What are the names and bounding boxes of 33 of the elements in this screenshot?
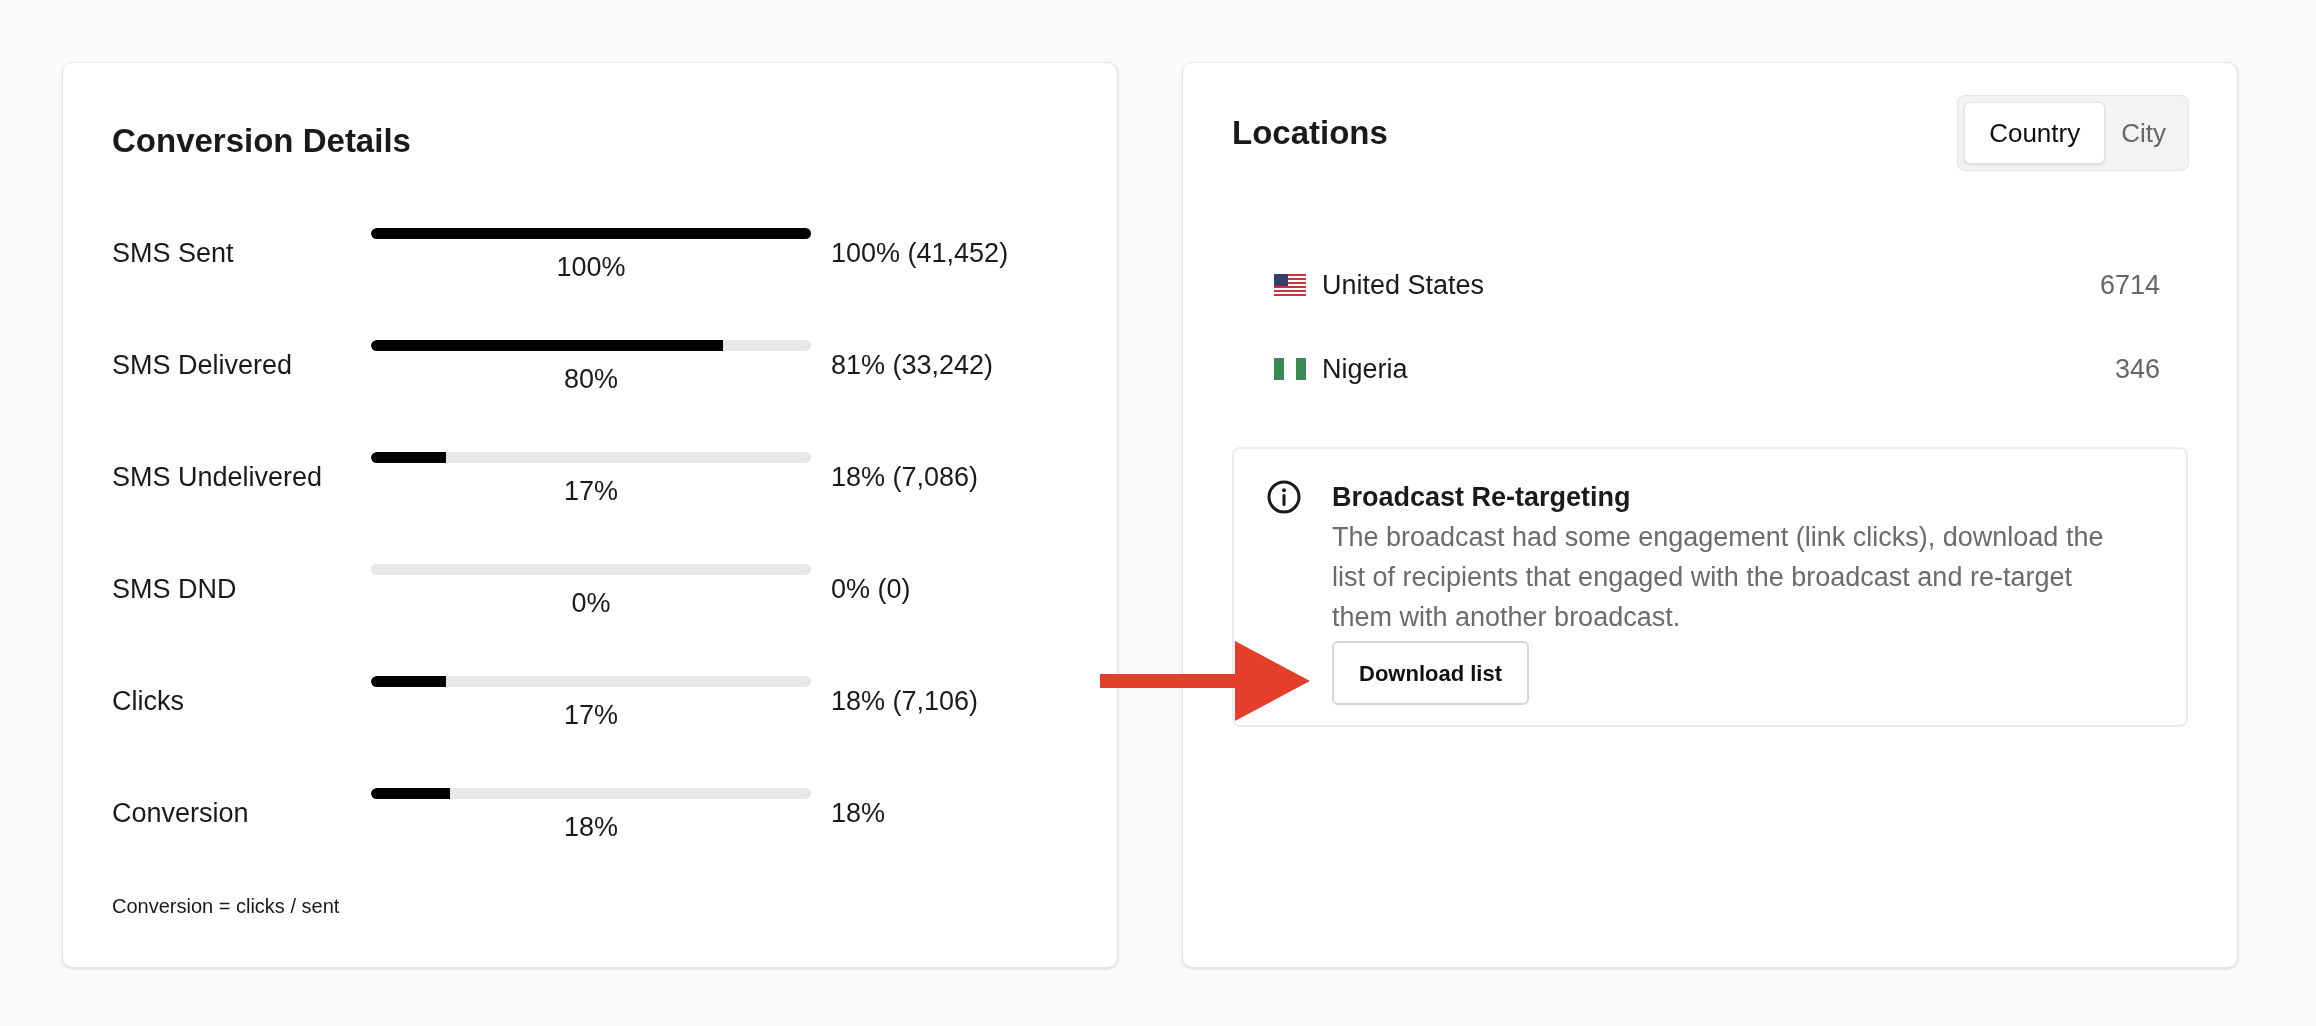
country-name: United States	[1322, 268, 1486, 302]
download-list-button[interactable]: Download list	[1332, 641, 1529, 705]
flag-icon	[1274, 274, 1306, 296]
metric-label: SMS Sent	[112, 236, 235, 270]
country-count: 6714	[2099, 268, 2160, 302]
formula-note: Conversion = clicks / sent	[112, 894, 340, 919]
percent-label: 0%	[571, 587, 611, 621]
metric-label: SMS Undelivered	[112, 460, 324, 494]
percent-label: 17%	[563, 475, 618, 509]
country-count: 346	[2114, 352, 2160, 386]
panel-description: The broadcast had some engagement (link clicks), download the list of recipients that engaged with the broadcast and re-target them with another broadcast.	[1332, 521, 2105, 634]
metric-value: 100% (41,452)	[831, 236, 1009, 270]
metric-label: Conversion	[112, 796, 250, 830]
metric-label: SMS Delivered	[112, 348, 294, 382]
percent-label: 17%	[563, 699, 618, 733]
metric-value: 18% (7,086)	[831, 460, 979, 494]
panel-title: Broadcast Re-targeting	[1332, 481, 1631, 514]
card-title: Conversion Details	[112, 121, 411, 161]
flag-icon	[1274, 358, 1306, 380]
percent-label: 18%	[563, 811, 618, 845]
metric-label: SMS DND	[112, 572, 238, 606]
tab[interactable]: Country	[1964, 102, 2106, 164]
percent-label: 100%	[556, 251, 626, 285]
metric-value: 81% (33,242)	[831, 348, 994, 382]
metric-value: 18% (7,106)	[831, 684, 979, 718]
metric-value: 0% (0)	[831, 572, 911, 606]
tab[interactable]: City	[2105, 102, 2182, 164]
info-icon	[1266, 479, 1302, 515]
metric-label: Clicks	[112, 684, 185, 718]
metric-value: 18%	[831, 796, 886, 830]
percent-label: 80%	[563, 363, 618, 397]
country-name: Nigeria	[1322, 352, 1409, 386]
card-title: Locations	[1232, 113, 1388, 154]
